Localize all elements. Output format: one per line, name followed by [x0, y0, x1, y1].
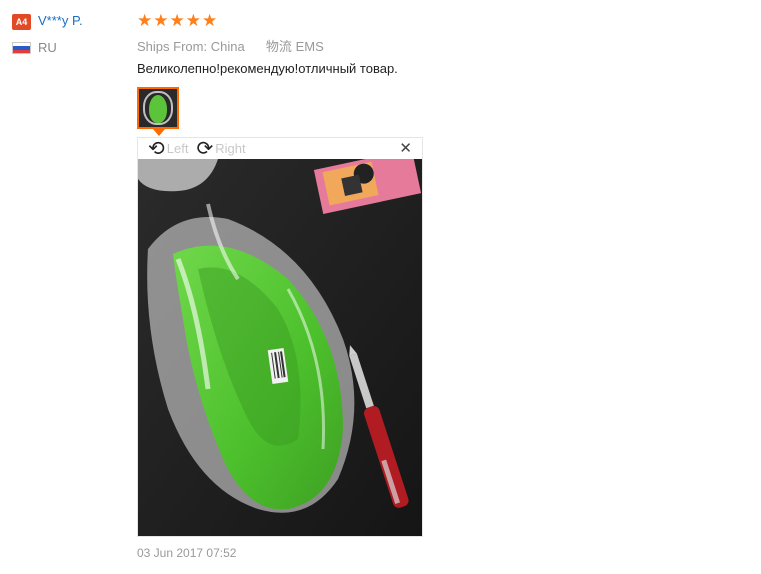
- shipping-info: Ships From: China 物流 EMS: [137, 36, 324, 55]
- photo-viewer: ⟲ Left ⟳ Right ✕: [137, 137, 423, 537]
- review-photo-thumbnail[interactable]: [137, 87, 179, 129]
- star-icon: ★: [185, 11, 201, 30]
- star-icon: ★: [153, 11, 169, 30]
- review-photo: [138, 159, 422, 536]
- star-icon: ★: [137, 11, 153, 30]
- ships-from-label: Ships From:: [137, 39, 208, 54]
- level-badge: A4: [12, 14, 31, 30]
- star-rating: ★ ★ ★ ★ ★: [137, 11, 217, 30]
- russia-flag-icon: [12, 42, 31, 54]
- ships-from-value: China: [210, 39, 245, 54]
- rotate-right-button[interactable]: ⟳ Right: [196, 139, 245, 159]
- logistics-label: 物流: [265, 39, 292, 54]
- star-icon: ★: [169, 11, 185, 30]
- rotate-right-icon: ⟳: [196, 137, 214, 160]
- close-icon[interactable]: ✕: [399, 140, 412, 157]
- thumbnail-pointer: [153, 129, 165, 136]
- viewer-toolbar: ⟲ Left ⟳ Right ✕: [138, 138, 422, 159]
- review-date: 03 Jun 2017 07:52: [137, 546, 237, 560]
- reviewer-name[interactable]: V***y P.: [38, 13, 83, 28]
- star-icon: ★: [202, 11, 218, 30]
- review-photo-image: [138, 159, 422, 536]
- rotate-left-icon: ⟲: [148, 137, 165, 160]
- rotate-right-label: Right: [215, 141, 246, 156]
- reviewer-country: RU: [38, 40, 57, 55]
- review-text: Великолепно!рекомендую!отличный товар.: [137, 61, 398, 76]
- logistics-value: EMS: [295, 39, 324, 54]
- rotate-left-label: Left: [166, 141, 189, 156]
- rotate-left-button[interactable]: ⟲ Left: [148, 139, 188, 159]
